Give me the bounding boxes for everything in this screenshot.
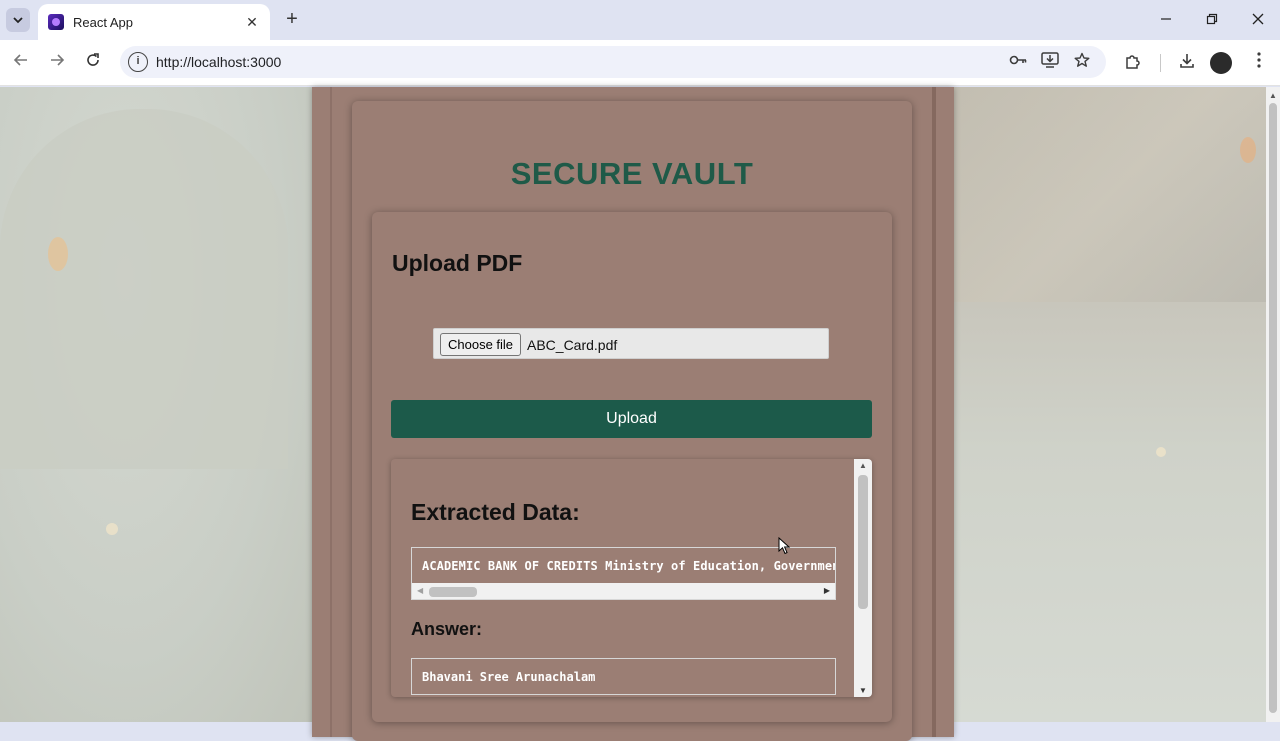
arrow-right-icon — [51, 54, 65, 66]
scroll-up-arrow-icon[interactable]: ▲ — [859, 461, 867, 470]
arrow-left-icon — [13, 54, 27, 66]
profile-avatar[interactable] — [1210, 52, 1232, 74]
background-bokeh — [106, 523, 118, 535]
password-key-icon[interactable] — [1008, 52, 1028, 72]
scroll-left-arrow-icon[interactable]: ◀ — [417, 586, 423, 595]
restore-button[interactable] — [1200, 8, 1224, 32]
tab-search-button[interactable] — [6, 8, 30, 32]
close-icon — [1252, 13, 1264, 25]
tab-close-icon[interactable]: ✕ — [244, 14, 260, 31]
app-title: SECURE VAULT — [510, 156, 754, 191]
menu-kebab-icon[interactable] — [1248, 52, 1270, 74]
address-bar[interactable]: i http://localhost:3000 — [120, 46, 1106, 78]
reload-icon — [87, 53, 99, 66]
background-bokeh — [1240, 137, 1256, 163]
restore-icon — [1206, 13, 1218, 25]
selected-file-name: ABC_Card.pdf — [527, 337, 618, 353]
browser-tab[interactable]: React App ✕ — [38, 4, 270, 40]
mouse-cursor-icon — [778, 537, 790, 555]
downloads-icon[interactable] — [1176, 52, 1198, 74]
site-info-icon[interactable]: i — [128, 52, 148, 72]
upload-heading: Upload PDF — [392, 250, 523, 276]
background-right-photo — [954, 87, 1266, 302]
background-bokeh — [48, 237, 68, 271]
minimize-button[interactable] — [1154, 8, 1178, 32]
extracted-scroll-thumb[interactable] — [429, 587, 477, 597]
url-text[interactable]: http://localhost:3000 — [156, 54, 281, 70]
extracted-data-heading: Extracted Data: — [411, 499, 580, 525]
back-button[interactable] — [10, 52, 32, 74]
new-tab-button[interactable]: + — [282, 8, 302, 32]
result-panel[interactable]: Extracted Data: ACADEMIC BANK OF CREDITS… — [391, 459, 872, 697]
extracted-data-text: ACADEMIC BANK OF CREDITS Ministry of Edu… — [422, 559, 836, 573]
bookmark-star-icon[interactable] — [1072, 52, 1092, 72]
answer-heading: Answer: — [411, 619, 483, 639]
react-app-favicon-icon — [48, 14, 64, 30]
page-vertical-scrollbar[interactable]: ▲ — [1266, 87, 1280, 722]
container-edge-right — [932, 87, 936, 737]
browser-toolbar: i http://localhost:3000 — [0, 40, 1280, 86]
close-window-button[interactable] — [1246, 8, 1270, 32]
forward-button[interactable] — [46, 52, 68, 74]
reload-button[interactable] — [82, 52, 104, 74]
upload-section: Upload PDF Choose file ABC_Card.pdf Uplo… — [372, 212, 892, 722]
container-edge-left — [330, 87, 332, 737]
background-arch-shape — [0, 109, 288, 469]
minimize-icon — [1161, 18, 1171, 20]
scroll-up-arrow-icon[interactable]: ▲ — [1269, 91, 1277, 100]
toolbar-divider — [1160, 54, 1161, 72]
scroll-down-arrow-icon[interactable]: ▼ — [859, 686, 867, 695]
extracted-horizontal-scrollbar[interactable]: ◀ ▶ — [412, 583, 835, 599]
chevron-down-icon — [13, 17, 23, 24]
browser-tab-bar: React App ✕ + — [0, 0, 1280, 40]
install-app-icon[interactable] — [1040, 52, 1060, 72]
file-input[interactable]: Choose file ABC_Card.pdf — [433, 328, 829, 359]
answer-text: Bhavani Sree Arunachalam — [422, 670, 596, 684]
page-scroll-thumb[interactable] — [1269, 103, 1277, 713]
upload-button[interactable]: Upload — [391, 400, 872, 438]
background-right-image — [954, 302, 1266, 722]
result-scroll-thumb[interactable] — [858, 475, 868, 609]
scroll-right-arrow-icon[interactable]: ▶ — [824, 586, 830, 595]
extracted-data-box[interactable]: ACADEMIC BANK OF CREDITS Ministry of Edu… — [411, 547, 836, 600]
extensions-icon[interactable] — [1122, 52, 1144, 74]
background-bokeh — [1156, 447, 1166, 457]
result-vertical-scrollbar[interactable]: ▲ ▼ — [854, 459, 872, 697]
answer-box[interactable]: Bhavani Sree Arunachalam — [411, 658, 836, 695]
choose-file-button[interactable]: Choose file — [440, 333, 522, 356]
tab-title: React App — [73, 14, 133, 30]
